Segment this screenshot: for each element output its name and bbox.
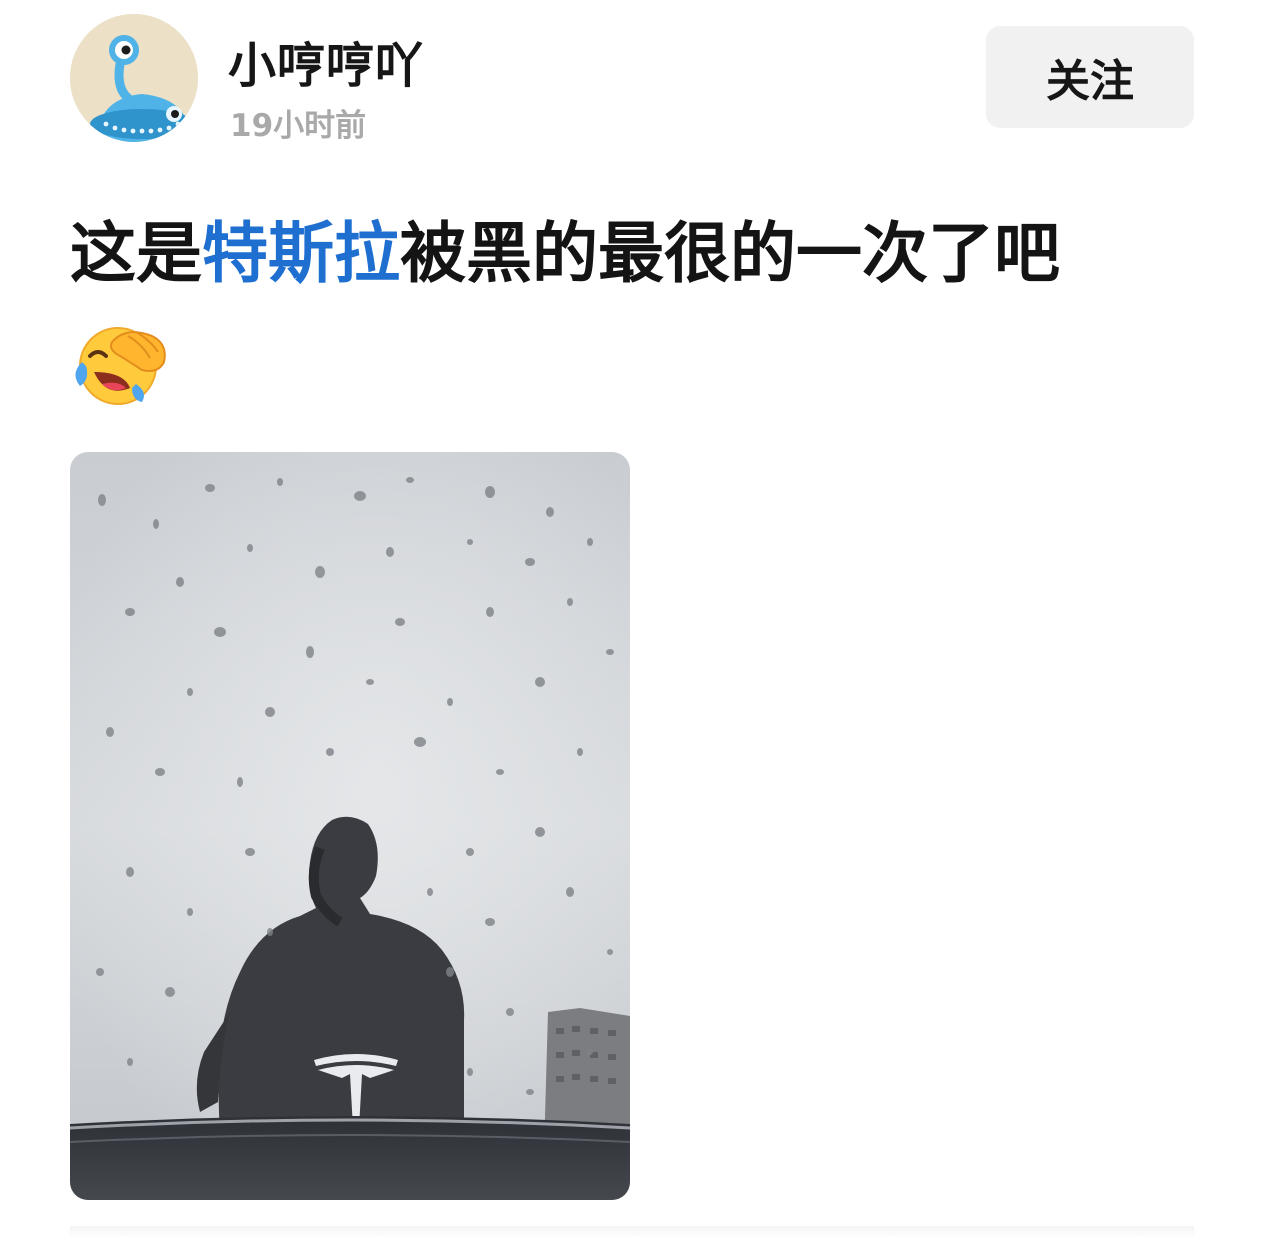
post-header: 小哼哼吖 19小时前 关注 xyxy=(70,14,1194,144)
post-bottom-divider xyxy=(70,1226,1194,1239)
post-text-suffix: 被黑的最很的一次了吧 xyxy=(400,215,1060,292)
follow-button[interactable]: 关注 xyxy=(986,26,1194,128)
post-text: 这是特斯拉被黑的最很的一次了吧 xyxy=(70,212,1200,296)
post-photo[interactable] xyxy=(70,452,630,1200)
topic-link[interactable]: 特斯拉 xyxy=(202,215,400,292)
post-text-prefix: 这是 xyxy=(70,215,202,292)
author-name[interactable]: 小哼哼吖 xyxy=(228,26,424,96)
author-avatar[interactable] xyxy=(70,14,198,142)
post-timestamp: 19小时前 xyxy=(230,108,367,144)
alien-avatar-icon xyxy=(70,14,198,142)
laughing-crying-facepalm-emoji xyxy=(72,322,170,406)
tesla-hood-reflection-photo xyxy=(70,452,630,1200)
